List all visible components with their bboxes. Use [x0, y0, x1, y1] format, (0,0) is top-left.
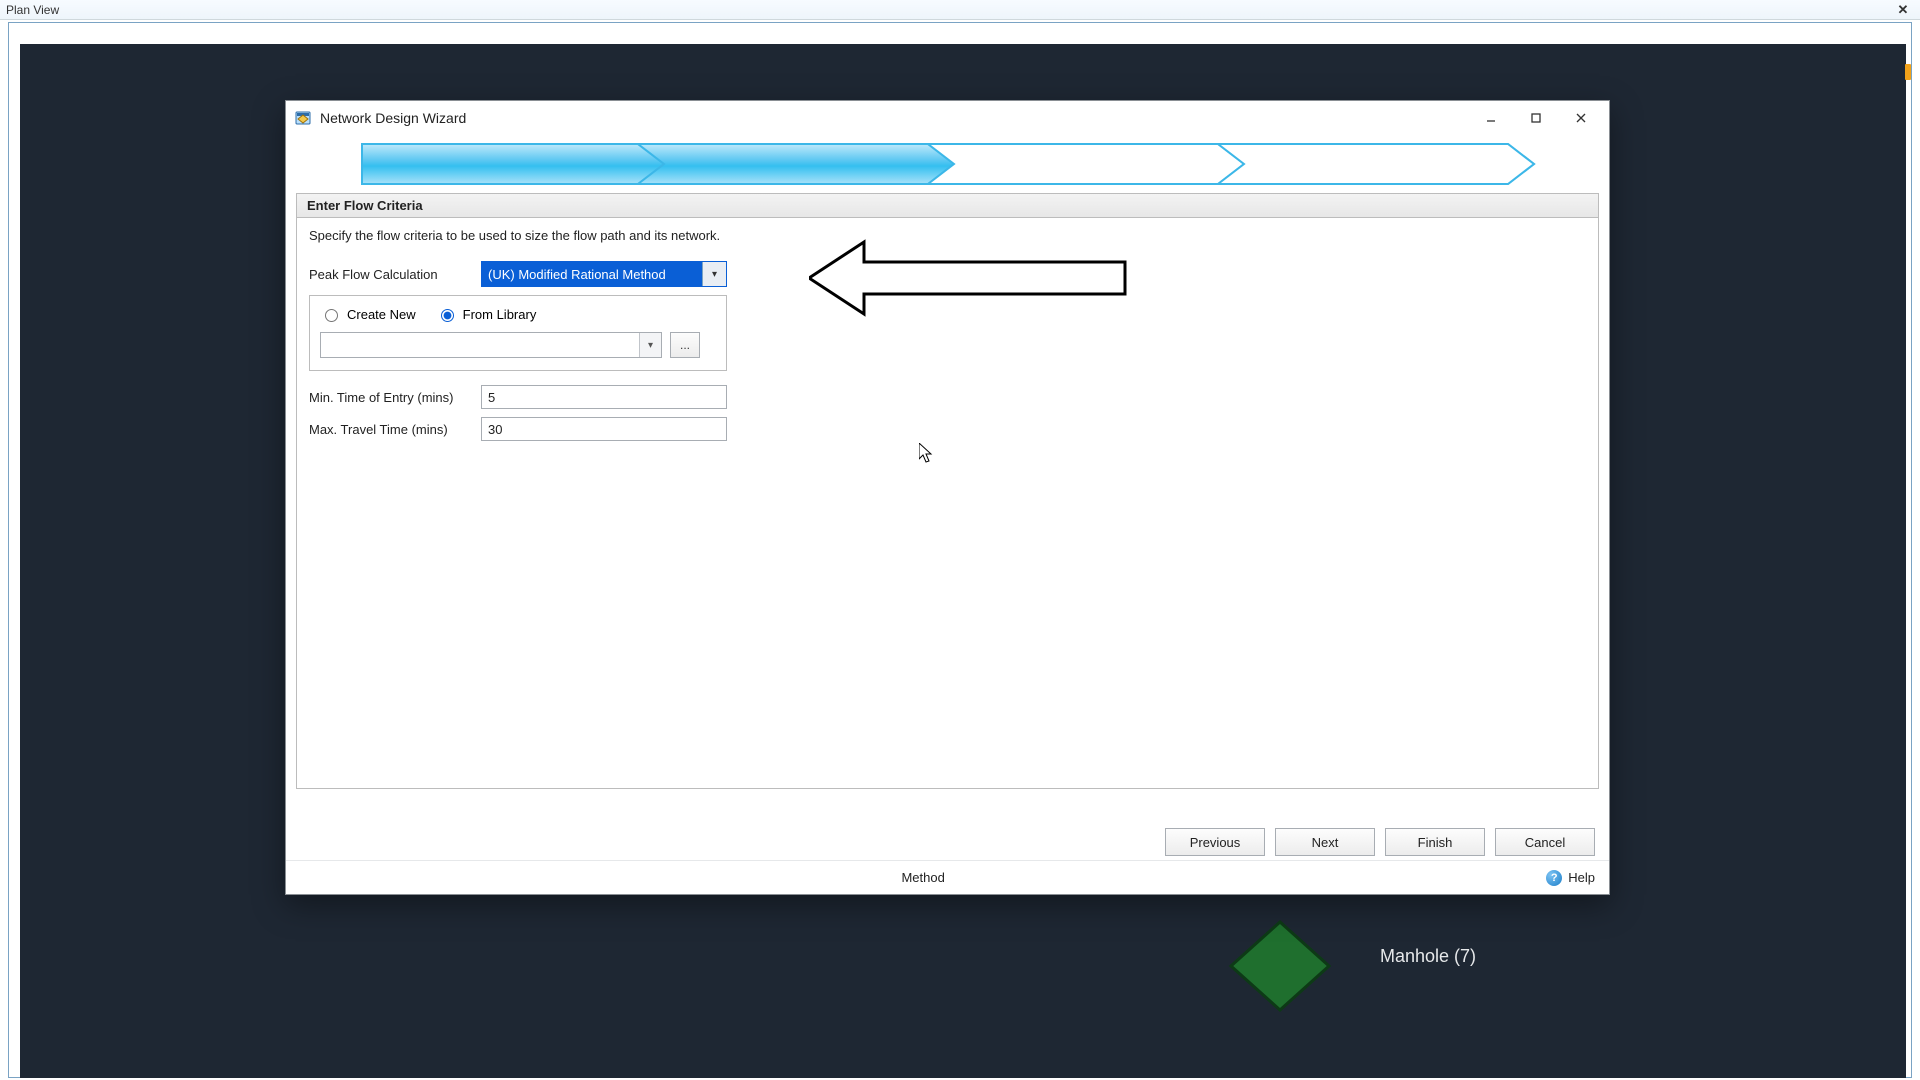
next-button[interactable]: Next [1275, 828, 1375, 856]
minimize-button[interactable] [1468, 104, 1513, 132]
help-icon: ? [1546, 870, 1562, 886]
maximize-button[interactable] [1513, 104, 1558, 132]
help-link[interactable]: ? Help [1546, 870, 1595, 886]
status-text: Method [300, 870, 1546, 885]
section-title: Enter Flow Criteria [307, 198, 423, 213]
cancel-label: Cancel [1525, 835, 1565, 850]
browse-button[interactable]: ... [670, 332, 700, 358]
app-close-button[interactable]: ✕ [1892, 2, 1914, 18]
wizard-dialog: Network Design Wizard [285, 100, 1610, 895]
radio-from-library-input[interactable] [441, 309, 454, 322]
peak-flow-label: Peak Flow Calculation [309, 267, 469, 282]
next-label: Next [1312, 835, 1339, 850]
finish-label: Finish [1418, 835, 1453, 850]
cancel-button[interactable]: Cancel [1495, 828, 1595, 856]
finish-button[interactable]: Finish [1385, 828, 1485, 856]
radio-from-library-label: From Library [463, 307, 537, 322]
min-time-input[interactable] [481, 385, 727, 409]
radio-create-new-label: Create New [347, 307, 416, 322]
dialog-title: Network Design Wizard [320, 110, 1468, 126]
library-select[interactable]: ▾ [320, 332, 662, 358]
wizard-icon [294, 109, 312, 127]
form-body: Specify the flow criteria to be used to … [296, 217, 1599, 789]
radio-from-library[interactable]: From Library [436, 306, 537, 322]
scrollbar-marker[interactable] [1905, 64, 1911, 80]
radio-create-new-input[interactable] [325, 309, 338, 322]
section-header: Enter Flow Criteria [296, 193, 1599, 217]
help-label: Help [1568, 870, 1595, 885]
annotation-arrow [809, 238, 1129, 318]
previous-label: Previous [1190, 835, 1241, 850]
peak-flow-select[interactable]: (UK) Modified Rational Method ▾ [481, 261, 727, 287]
max-time-label: Max. Travel Time (mins) [309, 422, 469, 437]
previous-button[interactable]: Previous [1165, 828, 1265, 856]
ellipsis-label: ... [680, 338, 690, 352]
radio-create-new[interactable]: Create New [320, 306, 416, 322]
app-titlebar: Plan View ✕ [0, 0, 1920, 20]
manhole-icon [1225, 916, 1335, 1016]
source-group: Create New From Library ▾ ... [309, 295, 727, 371]
manhole-label: Manhole (7) [1380, 946, 1476, 967]
cursor-icon [919, 443, 935, 465]
app-title: Plan View [6, 3, 59, 17]
close-button[interactable] [1558, 104, 1603, 132]
peak-flow-selected: (UK) Modified Rational Method [488, 267, 720, 282]
chevron-down-icon[interactable]: ▾ [702, 262, 726, 286]
max-time-input[interactable] [481, 417, 727, 441]
progress-bar [286, 135, 1609, 193]
dialog-footer: Previous Next Finish Cancel Method ? Hel… [286, 816, 1609, 894]
chevron-down-icon[interactable]: ▾ [639, 333, 661, 357]
min-time-label: Min. Time of Entry (mins) [309, 390, 469, 405]
dialog-titlebar[interactable]: Network Design Wizard [286, 101, 1609, 135]
